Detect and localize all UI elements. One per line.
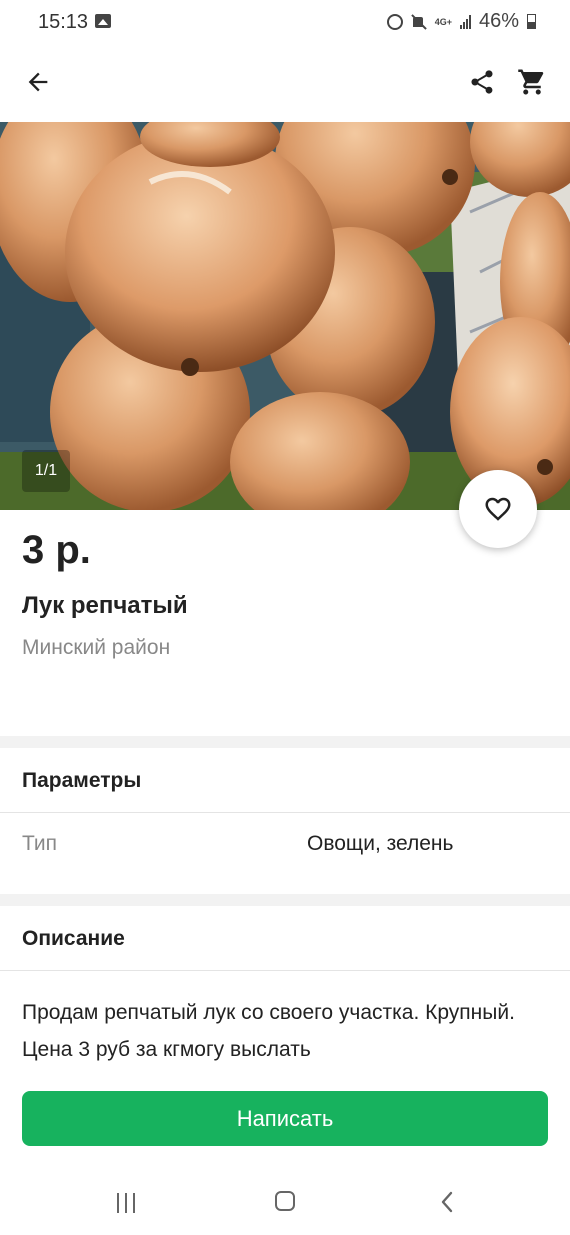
section-divider <box>0 894 570 906</box>
onions-photo <box>0 122 570 510</box>
status-time: 15:13 <box>38 11 89 33</box>
system-nav-bar <box>0 1170 570 1235</box>
param-value: Овощи, зелень <box>307 832 454 855</box>
back-button[interactable] <box>18 62 58 102</box>
product-photo[interactable] <box>0 122 570 510</box>
battery-percent: 46% <box>478 10 519 32</box>
description-text: Продам репчатый лук со своего участка. К… <box>22 1001 515 1061</box>
divider <box>0 812 570 813</box>
description-heading: Описание <box>22 927 125 950</box>
write-button[interactable]: Написать <box>22 1091 548 1146</box>
favorite-button[interactable] <box>459 470 537 548</box>
status-icons: 4G+ 46% <box>386 10 536 33</box>
alarm-icon <box>386 13 403 30</box>
system-back-button[interactable] <box>438 1190 456 1219</box>
image-notification-icon <box>95 14 111 28</box>
location: Минский район <box>22 636 171 659</box>
heart-icon <box>485 497 511 521</box>
image-counter: 1/1 <box>22 450 70 492</box>
parameters-heading: Параметры <box>22 769 142 792</box>
recent-apps-button[interactable] <box>117 1193 135 1213</box>
status-bar: 15:13 4G+ 46% <box>0 0 570 46</box>
listing-title: Лук репчатый <box>22 592 188 619</box>
price: 3 р. <box>22 528 91 572</box>
toolbar <box>0 52 570 114</box>
divider <box>0 970 570 971</box>
mute-icon <box>411 14 427 30</box>
cart-button[interactable] <box>512 62 552 102</box>
arrow-left-icon <box>28 72 48 92</box>
share-icon <box>471 70 493 94</box>
signal-icon <box>459 14 471 29</box>
share-button[interactable] <box>462 62 502 102</box>
network-type: 4G+ <box>434 16 452 27</box>
section-divider <box>0 736 570 748</box>
chevron-left-icon <box>441 1191 453 1213</box>
cart-icon <box>518 69 544 95</box>
param-label: Тип <box>22 832 58 855</box>
battery-icon <box>527 14 536 29</box>
home-button[interactable] <box>275 1191 295 1211</box>
